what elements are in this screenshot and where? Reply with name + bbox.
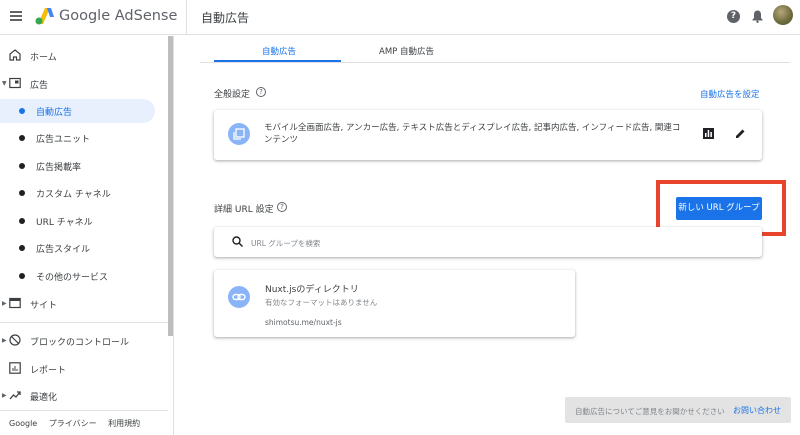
sidebar-item-ad-coverage[interactable]: 広告掲載率 bbox=[0, 154, 168, 178]
bullet-icon bbox=[19, 218, 25, 224]
sidebar-item-label: 広告ユニット bbox=[36, 135, 91, 145]
expand-caret-icon: ▶ bbox=[2, 300, 7, 307]
bullet-icon bbox=[19, 273, 25, 279]
sidebar-item-other-services[interactable]: その他のサービス bbox=[0, 264, 168, 288]
sidebar-item-label: その他のサービス bbox=[36, 273, 109, 283]
sidebar-divider bbox=[0, 410, 168, 411]
sidebar-scrollbar[interactable] bbox=[168, 36, 173, 336]
link-icon bbox=[228, 286, 250, 308]
url-group-status: 有効なフォーマットはありません bbox=[265, 298, 378, 307]
sidebar-item-label: URL チャネル bbox=[36, 218, 93, 228]
trending-up-icon bbox=[9, 391, 21, 400]
sidebar-item-ad-units[interactable]: 広告ユニット bbox=[0, 126, 168, 150]
sidebar-item-url-channels[interactable]: URL チャネル bbox=[0, 209, 168, 233]
bullet-icon bbox=[19, 108, 25, 114]
sidebar-item-blocking-controls[interactable]: ▶ ブロックのコントロール bbox=[0, 329, 168, 353]
sidebar-item-label: ブロックのコントロール bbox=[30, 338, 130, 348]
sidebar-item-label: サイト bbox=[30, 301, 58, 311]
adsense-logo-icon bbox=[35, 8, 54, 25]
notifications-icon[interactable] bbox=[752, 10, 763, 23]
edit-icon[interactable] bbox=[735, 128, 746, 139]
reports-icon bbox=[9, 362, 21, 374]
page-title: 自動広告 bbox=[201, 11, 250, 25]
bar-chart-icon[interactable] bbox=[703, 128, 714, 139]
help-outline-icon[interactable]: ? bbox=[277, 202, 287, 212]
tab-divider bbox=[200, 62, 790, 63]
expand-caret-icon: ▶ bbox=[2, 392, 7, 399]
url-group-card[interactable]: Nuxt.jsのディレクトリ 有効なフォーマットはありません shimotsu.… bbox=[214, 270, 575, 337]
sites-icon bbox=[9, 297, 21, 309]
brand-name: Google AdSense bbox=[59, 8, 178, 24]
tab-auto-ads[interactable]: 自動広告 bbox=[262, 45, 296, 57]
block-icon bbox=[9, 334, 21, 346]
help-icon[interactable]: ? bbox=[727, 10, 740, 23]
sidebar-item-home[interactable]: ホーム bbox=[0, 44, 168, 68]
feedback-message: 自動広告についてご意見をお聞かせください bbox=[575, 407, 725, 416]
tab-bar: 自動広告 AMP 自動広告 bbox=[200, 36, 800, 63]
feedback-bar: 自動広告についてご意見をお聞かせください お問い合わせ bbox=[565, 397, 791, 423]
sidebar-item-label: 広告 bbox=[30, 81, 49, 91]
sidebar-item-label: 最適化 bbox=[30, 393, 58, 403]
general-settings-card: モバイル全画面広告, アンカー広告, テキスト広告とディスプレイ広告, 記事内広… bbox=[214, 110, 762, 160]
sidebar-item-reports[interactable]: レポート bbox=[0, 357, 168, 381]
search-icon bbox=[232, 236, 243, 247]
ad-formats-text: モバイル全画面広告, アンカー広告, テキスト広告とディスプレイ広告, 記事内広… bbox=[264, 122, 704, 146]
privacy-link[interactable]: プライバシー bbox=[49, 419, 97, 428]
bullet-icon bbox=[19, 245, 25, 251]
ad-formats-line1: モバイル全画面広告, アンカー広告, テキスト広告とディスプレイ広告, 記事内広… bbox=[264, 123, 681, 133]
copy-icon bbox=[233, 128, 245, 140]
tab-amp-auto-ads[interactable]: AMP 自動広告 bbox=[379, 45, 434, 57]
chain-link-icon bbox=[232, 293, 246, 301]
help-outline-icon[interactable]: ? bbox=[256, 87, 266, 97]
sidebar-footer: Google プライバシー 利用規約 bbox=[9, 418, 149, 429]
google-link[interactable]: Google bbox=[9, 419, 37, 428]
advanced-url-settings-title: 詳細 URL 設定 bbox=[214, 205, 274, 215]
ad-formats-icon bbox=[228, 123, 250, 145]
url-group-url: shimotsu.me/nuxt-js bbox=[265, 318, 342, 327]
search-input[interactable]: URL グループを検索 bbox=[251, 238, 320, 249]
ad-formats-line2: ンテンツ bbox=[264, 135, 299, 145]
url-group-search[interactable]: URL グループを検索 bbox=[214, 227, 762, 257]
contact-us-link[interactable]: お問い合わせ bbox=[733, 405, 781, 416]
ads-icon bbox=[9, 77, 21, 89]
home-icon bbox=[9, 49, 21, 61]
sidebar-item-label: 自動広告 bbox=[36, 108, 73, 118]
sidebar-item-label: レポート bbox=[30, 366, 67, 376]
terms-link[interactable]: 利用規約 bbox=[108, 419, 140, 428]
sidebar-item-label: 広告スタイル bbox=[36, 245, 91, 255]
url-group-name: Nuxt.jsのディレクトリ bbox=[265, 285, 359, 295]
sidebar-item-label: ホーム bbox=[30, 53, 57, 63]
sidebar-item-ad-styles[interactable]: 広告スタイル bbox=[0, 236, 168, 260]
top-app-bar: Google AdSense 自動広告 ? bbox=[0, 0, 800, 35]
sidebar-item-label: 広告掲載率 bbox=[36, 163, 82, 173]
sidebar-item-optimization[interactable]: ▶ 最適化 bbox=[0, 384, 168, 408]
sidebar-item-label: カスタム チャネル bbox=[36, 190, 111, 200]
sidebar-item-auto-ads[interactable]: 自動広告 bbox=[0, 99, 155, 123]
bullet-icon bbox=[19, 190, 25, 196]
sidebar-item-sites[interactable]: ▶ サイト bbox=[0, 292, 168, 316]
sidebar-divider bbox=[0, 322, 168, 323]
header-divider bbox=[186, 0, 187, 35]
bullet-icon bbox=[19, 135, 25, 141]
bullet-icon bbox=[19, 163, 25, 169]
expand-caret-icon: ▼ bbox=[2, 80, 7, 87]
avatar[interactable] bbox=[773, 5, 793, 25]
menu-icon[interactable] bbox=[10, 11, 22, 21]
configure-auto-ads-link[interactable]: 自動広告を設定 bbox=[700, 88, 760, 100]
sidebar-item-custom-channels[interactable]: カスタム チャネル bbox=[0, 181, 168, 205]
expand-caret-icon: ▶ bbox=[2, 337, 7, 344]
sidebar-item-ads[interactable]: ▼ 広告 bbox=[0, 72, 168, 96]
general-settings-title: 全般設定 bbox=[214, 90, 251, 100]
